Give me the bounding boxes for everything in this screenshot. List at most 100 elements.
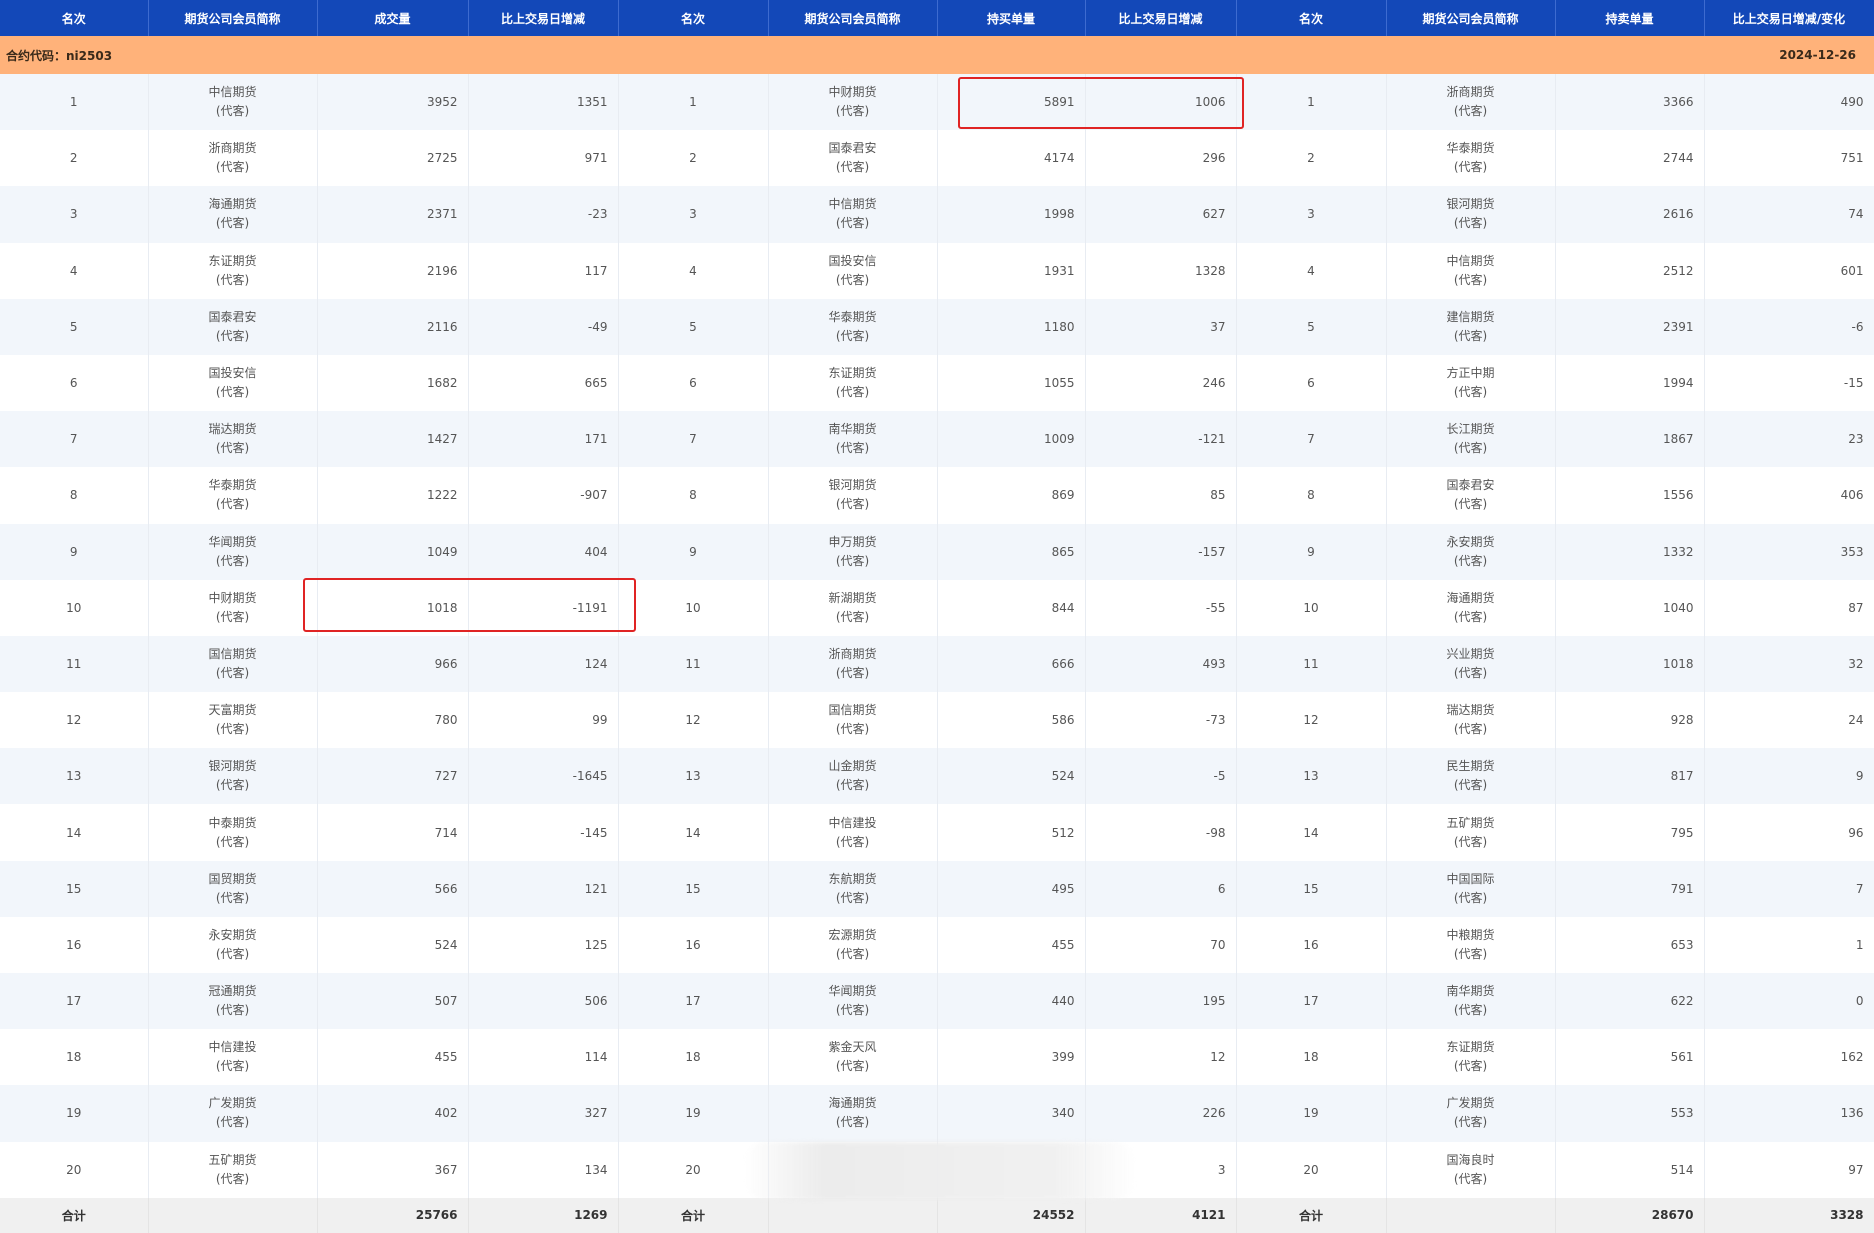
member-name-cell: 兴业期货 (代客) <box>1386 635 1556 693</box>
short-change-cell: 353 <box>1704 523 1874 580</box>
member-name: 中信期货 <box>828 197 877 212</box>
member-name: 中粮期货 <box>1446 927 1495 942</box>
client-type-label: (代客) <box>215 553 250 568</box>
client-type-label: (代客) <box>1453 441 1488 456</box>
table-row: 20 五矿期货 (代客) 367 134 20 3 20 国海良时 (代客) 514 97 <box>0 1141 1874 1198</box>
volume-change-cell: 971 <box>468 130 619 187</box>
member-name: 广发期货 <box>208 1096 257 1111</box>
column-header[interactable]: 期货公司会员简称 <box>148 0 318 36</box>
client-type-label: (代客) <box>215 609 250 624</box>
volume-cell: 1018 <box>317 579 469 636</box>
volume-change-cell: 171 <box>468 411 619 468</box>
member-name: 中国国际 <box>1446 871 1495 886</box>
member-name-cell: 海通期货 (代客) <box>148 186 318 243</box>
column-header[interactable]: 比上交易日增减 <box>468 0 619 36</box>
table-row: 4 东证期货 (代客) 2196 117 4 国投安信 (代客) 1931 1328 4 中信期货 (代… <box>0 242 1874 299</box>
member-name: 紫金天风 <box>828 1040 877 1055</box>
member-name-cell: 银河期货 (代客) <box>148 748 318 805</box>
member-name: 民生期货 <box>1446 759 1495 774</box>
client-type-label: (代客) <box>835 722 870 737</box>
rank-cell: 8 <box>0 467 149 524</box>
member-name: 长江期货 <box>1446 422 1495 437</box>
long-change-cell: -157 <box>1085 523 1237 580</box>
member-name: 国海良时 <box>1446 1152 1495 1167</box>
long-change-cell: 246 <box>1085 354 1237 412</box>
member-name-cell: 国信期货 (代客) <box>148 635 318 693</box>
client-type-label: (代客) <box>215 328 250 343</box>
volume-change-cell: 125 <box>468 916 619 973</box>
client-type-label: (代客) <box>1453 1115 1488 1130</box>
member-name-cell: 中信建投 (代客) <box>148 1029 318 1086</box>
column-header[interactable]: 期货公司会员简称 <box>1386 0 1556 36</box>
member-name: 华泰期货 <box>1446 141 1495 156</box>
rank-cell: 10 <box>618 579 769 636</box>
client-type-label: (代客) <box>215 160 250 175</box>
table-row: 19 广发期货 (代客) 402 327 19 海通期货 (代客) 340 226 19 广发期货 (代… <box>0 1085 1874 1142</box>
contract-info-row: 合约代码：ni2503 2024-12-26 <box>0 36 1874 74</box>
member-name-cell: 华泰期货 (代客) <box>148 467 318 524</box>
column-header[interactable]: 名次 <box>0 0 149 36</box>
client-type-label: (代客) <box>1453 160 1488 175</box>
rank-cell: 15 <box>0 860 149 917</box>
member-name-cell: 长江期货 (代客) <box>1386 411 1556 468</box>
long-change-cell: 3 <box>1085 1141 1237 1198</box>
rank-cell: 4 <box>1236 242 1387 299</box>
rank-cell: 16 <box>1236 916 1387 973</box>
client-type-label: (代客) <box>1453 722 1488 737</box>
long-position-cell: 1180 <box>937 298 1086 355</box>
column-header[interactable]: 比上交易日增减 <box>1085 0 1237 36</box>
rank-cell: 5 <box>618 298 769 355</box>
member-name-cell: 东证期货 (代客) <box>148 242 318 299</box>
volume-change-cell: 99 <box>468 692 619 749</box>
member-name: 国投安信 <box>828 253 877 268</box>
member-name: 宏源期货 <box>828 927 877 942</box>
member-name: 中财期货 <box>828 85 877 100</box>
volume-change-cell: 134 <box>468 1141 619 1198</box>
rank-cell: 13 <box>0 748 149 805</box>
member-name: 银河期货 <box>208 759 257 774</box>
member-name: 中信建投 <box>208 1040 257 1055</box>
rank-cell: 11 <box>618 635 769 693</box>
short-change-cell: 162 <box>1704 1029 1874 1086</box>
member-name: 山金期货 <box>828 759 877 774</box>
column-header[interactable]: 名次 <box>1236 0 1387 36</box>
short-position-cell: 1556 <box>1555 467 1705 524</box>
client-type-label: (代客) <box>1453 778 1488 793</box>
table-row: 10 中财期货 (代客) 1018 -1191 10 新湖期货 (代客) 844 -55 10 海通期… <box>0 579 1874 636</box>
member-name-cell: 永安期货 (代客) <box>1386 523 1556 580</box>
client-type-label: (代客) <box>215 497 250 512</box>
rank-cell: 1 <box>618 74 769 131</box>
total-label: 合计 <box>618 1197 769 1233</box>
long-position-cell: 586 <box>937 692 1086 749</box>
column-header[interactable]: 持买单量 <box>937 0 1086 36</box>
volume-cell: 2371 <box>317 186 469 243</box>
column-header[interactable]: 名次 <box>618 0 769 36</box>
rank-cell: 12 <box>0 692 149 749</box>
member-name: 五矿期货 <box>1446 815 1495 830</box>
long-position-cell: 455 <box>937 916 1086 973</box>
volume-cell: 402 <box>317 1085 469 1142</box>
column-header[interactable]: 比上交易日增减/变化 <box>1704 0 1874 36</box>
total-volume: 25766 <box>317 1197 469 1233</box>
long-change-cell: 1328 <box>1085 242 1237 299</box>
column-header[interactable]: 期货公司会员简称 <box>768 0 938 36</box>
member-name: 永安期货 <box>1446 534 1495 549</box>
client-type-label: (代客) <box>1453 216 1488 231</box>
member-name-cell: 海通期货 (代客) <box>1386 579 1556 636</box>
rank-cell: 13 <box>1236 748 1387 805</box>
member-name: 天富期货 <box>208 703 257 718</box>
short-change-cell: -15 <box>1704 354 1874 412</box>
client-type-label: (代客) <box>1453 328 1488 343</box>
column-header[interactable]: 持卖单量 <box>1555 0 1705 36</box>
client-type-label: (代客) <box>835 497 870 512</box>
volume-cell: 2196 <box>317 242 469 299</box>
column-header[interactable]: 成交量 <box>317 0 469 36</box>
member-name-cell: 山金期货 (代客) <box>768 748 938 805</box>
member-name-cell: 冠通期货 (代客) <box>148 973 318 1030</box>
client-type-label: (代客) <box>215 778 250 793</box>
client-type-label: (代客) <box>1453 104 1488 119</box>
table-row: 16 永安期货 (代客) 524 125 16 宏源期货 (代客) 455 70 16 中粮期货 (代客… <box>0 916 1874 973</box>
rank-cell: 7 <box>0 411 149 468</box>
rank-cell: 19 <box>0 1085 149 1142</box>
volume-cell: 1049 <box>317 523 469 580</box>
